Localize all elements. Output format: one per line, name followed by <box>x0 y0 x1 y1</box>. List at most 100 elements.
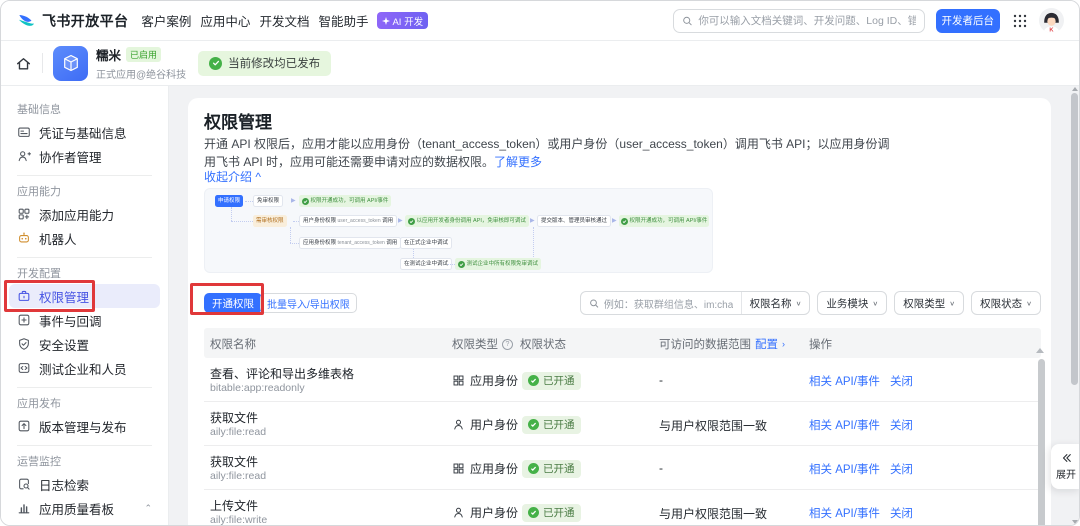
ai-dev-badge[interactable]: AI 开发 <box>377 12 429 29</box>
learn-more-link[interactable]: 了解更多 <box>494 155 542 169</box>
flow-connector <box>245 201 253 202</box>
sidebar-item-label: 测试企业和人员 <box>39 362 127 377</box>
grid-add-icon <box>18 208 30 220</box>
flow-arrow-icon: ▶ <box>612 218 617 224</box>
top-menu: 客户案例 应用中心 开发文档 智能助手 AI 开发 <box>139 11 429 30</box>
filter-module-select[interactable]: 业务模块 ∨ <box>817 291 888 315</box>
section-basic-info: 基础信息 <box>17 104 61 116</box>
data-scope: - <box>659 461 663 475</box>
related-api-link[interactable]: 相关 API/事件 <box>809 505 880 521</box>
permission-flow-diagram: 申请权限 免审权限 ▶ 权限开通成功，可调用 API/事件 需审核权限 用户身份… <box>204 188 713 273</box>
top-navbar: 飞书开放平台 客户案例 应用中心 开发文档 智能助手 AI 开发 你可以输入文档… <box>1 1 1079 41</box>
intro-desc-line1: 开通 API 权限后，应用才能以应用身份（tenant_access_token… <box>204 137 890 151</box>
table-scrollbar-up-arrow[interactable] <box>1036 348 1044 353</box>
sidebar-item-test-org[interactable]: 测试企业和人员 <box>9 356 160 380</box>
global-search-input[interactable]: 你可以输入文档关键词、开发问题、Log ID、错误码 <box>672 8 925 33</box>
collapse-intro-link[interactable]: 收起介绍 ^ <box>204 168 261 185</box>
flow-submit-result-pill: 权限开通成功，可调用 API/事件 <box>619 215 710 227</box>
permission-code: bitable:app:readonly <box>210 382 305 394</box>
app-name: 糯米 <box>96 49 122 63</box>
permission-search-input[interactable]: 例如：获取群组信息、im:cha... <box>581 296 741 311</box>
chevron-down-icon: ∨ <box>795 299 802 307</box>
filter-type-select[interactable]: 权限类型 ∨ <box>894 291 965 315</box>
flow-app-perm-pill: 应用身份权限 tenant_access_token 调用 <box>299 237 402 249</box>
feishu-logo-icon <box>18 14 34 26</box>
sidebar-item-version[interactable]: 版本管理与发布 <box>9 414 160 438</box>
menu-app-center[interactable]: 应用中心 <box>198 11 252 30</box>
page-scrollbar[interactable] <box>1071 93 1078 385</box>
permission-type: 用户身份 <box>452 504 518 521</box>
related-api-link[interactable]: 相关 API/事件 <box>809 373 880 389</box>
flow-connector <box>413 249 414 258</box>
main-content: 权限管理 开通 API 权限后，应用才能以应用身份（tenant_access_… <box>169 86 1079 525</box>
sidebar-item-collaborators[interactable]: 协作者管理 <box>9 144 160 168</box>
check-circle-icon <box>528 507 539 518</box>
sidebar-item-quality-board[interactable]: 应用质量看板 ⌃ <box>9 496 160 520</box>
sidebar-item-bot[interactable]: 机器人 <box>9 226 160 250</box>
user-avatar[interactable]: K <box>1039 8 1064 33</box>
square-plus-icon <box>18 314 30 326</box>
search-placeholder: 例如：获取群组信息、im:cha... <box>603 299 733 311</box>
filter-name-select[interactable]: 权限名称 ∨ <box>740 292 810 314</box>
permission-search-combo: 例如：获取群组信息、im:cha... 权限名称 ∨ <box>579 291 811 315</box>
sparkle-icon <box>382 16 391 25</box>
sidebar-item-add-capability[interactable]: 添加应用能力 <box>9 202 160 226</box>
search-icon <box>589 298 598 308</box>
check-circle-icon <box>408 217 415 225</box>
flow-apply-pill: 申请权限 <box>215 195 244 207</box>
annotation-box-permissions <box>4 280 95 312</box>
table-scrollbar[interactable] <box>1038 359 1045 525</box>
feishu-logo[interactable]: 飞书开放平台 <box>16 11 128 31</box>
close-permission-link[interactable]: 关闭 <box>890 461 913 477</box>
expand-label: 展开 <box>1056 470 1076 481</box>
batch-import-export-button[interactable]: 批量导入/导出权限 <box>260 293 357 313</box>
divider <box>17 175 152 176</box>
sidebar-item-credentials[interactable]: 凭证与基础信息 <box>9 120 160 144</box>
permission-status: 已开通 <box>522 459 581 478</box>
menu-customer-cases[interactable]: 客户案例 <box>139 11 193 30</box>
related-api-link[interactable]: 相关 API/事件 <box>809 417 880 433</box>
permission-type: 用户身份 <box>452 416 518 433</box>
app-subtitle: 正式应用@绝谷科技 <box>96 70 187 81</box>
flow-submit-pill: 提交版本、管理员审核通过 <box>537 215 612 227</box>
app-identity-icon <box>453 375 464 386</box>
filter-bar: 例如：获取群组信息、im:cha... 权限名称 ∨ 业务模块 ∨ 权限类型 ∨ 权限… <box>579 291 1041 315</box>
flow-user-perm-pill: 用户身份权限 user_access_token 调用 <box>299 215 398 227</box>
permission-name: 获取文件 <box>210 455 259 469</box>
apps-grid-icon[interactable] <box>1013 14 1027 28</box>
dev-console-button[interactable]: 开发者后台 <box>935 8 1000 33</box>
table-header: 权限名称 权限类型? 权限状态 可访问的数据范围 配置 › 操作 <box>204 328 1041 358</box>
chevron-up-icon[interactable]: ⌃ <box>144 503 152 514</box>
close-permission-link[interactable]: 关闭 <box>890 373 913 389</box>
publish-status-pill: 当前修改均已发布 <box>198 50 332 76</box>
check-circle-icon <box>458 260 465 268</box>
brand-title: 飞书开放平台 <box>42 12 129 29</box>
related-api-link[interactable]: 相关 API/事件 <box>809 461 880 477</box>
flow-connector <box>231 221 253 222</box>
menu-ai-assistant[interactable]: 智能助手 <box>316 11 370 30</box>
close-permission-link[interactable]: 关闭 <box>890 417 913 433</box>
permission-name: 获取文件 <box>210 411 259 425</box>
section-ops-monitor: 运营监控 <box>17 456 61 468</box>
sidebar-item-label: 凭证与基础信息 <box>39 126 127 141</box>
app-info: 糯米 已启用 正式应用@绝谷科技 <box>96 45 186 81</box>
page-scrollbar-up-arrow[interactable] <box>1072 87 1078 91</box>
app-icon[interactable] <box>53 45 88 81</box>
info-icon[interactable]: ? <box>502 338 513 350</box>
id-card-icon <box>18 127 30 137</box>
search-placeholder: 你可以输入文档关键词、开发问题、Log ID、错误码 <box>698 15 916 27</box>
table-row: 获取文件 aily:file:read 用户身份 已开通 与用户权限范围一致 相… <box>204 402 1041 446</box>
sidebar-item-log-search[interactable]: 日志检索 <box>9 472 160 496</box>
expand-panel-tab[interactable]: 展开 <box>1051 444 1079 489</box>
home-icon[interactable] <box>15 55 32 72</box>
filter-status-select[interactable]: 权限状态 ∨ <box>971 291 1041 315</box>
person-add-icon <box>18 151 31 162</box>
section-app-capability: 应用能力 <box>17 186 61 198</box>
chevron-down-icon: ∨ <box>1026 299 1032 307</box>
scope-config-link[interactable]: 配置 <box>755 336 778 352</box>
close-permission-link[interactable]: 关闭 <box>890 505 913 521</box>
page-scrollbar-down-arrow[interactable] <box>1072 520 1078 524</box>
sidebar-item-security[interactable]: 安全设置 <box>9 332 160 356</box>
check-circle-icon <box>209 56 223 70</box>
menu-dev-docs[interactable]: 开发文档 <box>257 11 311 30</box>
